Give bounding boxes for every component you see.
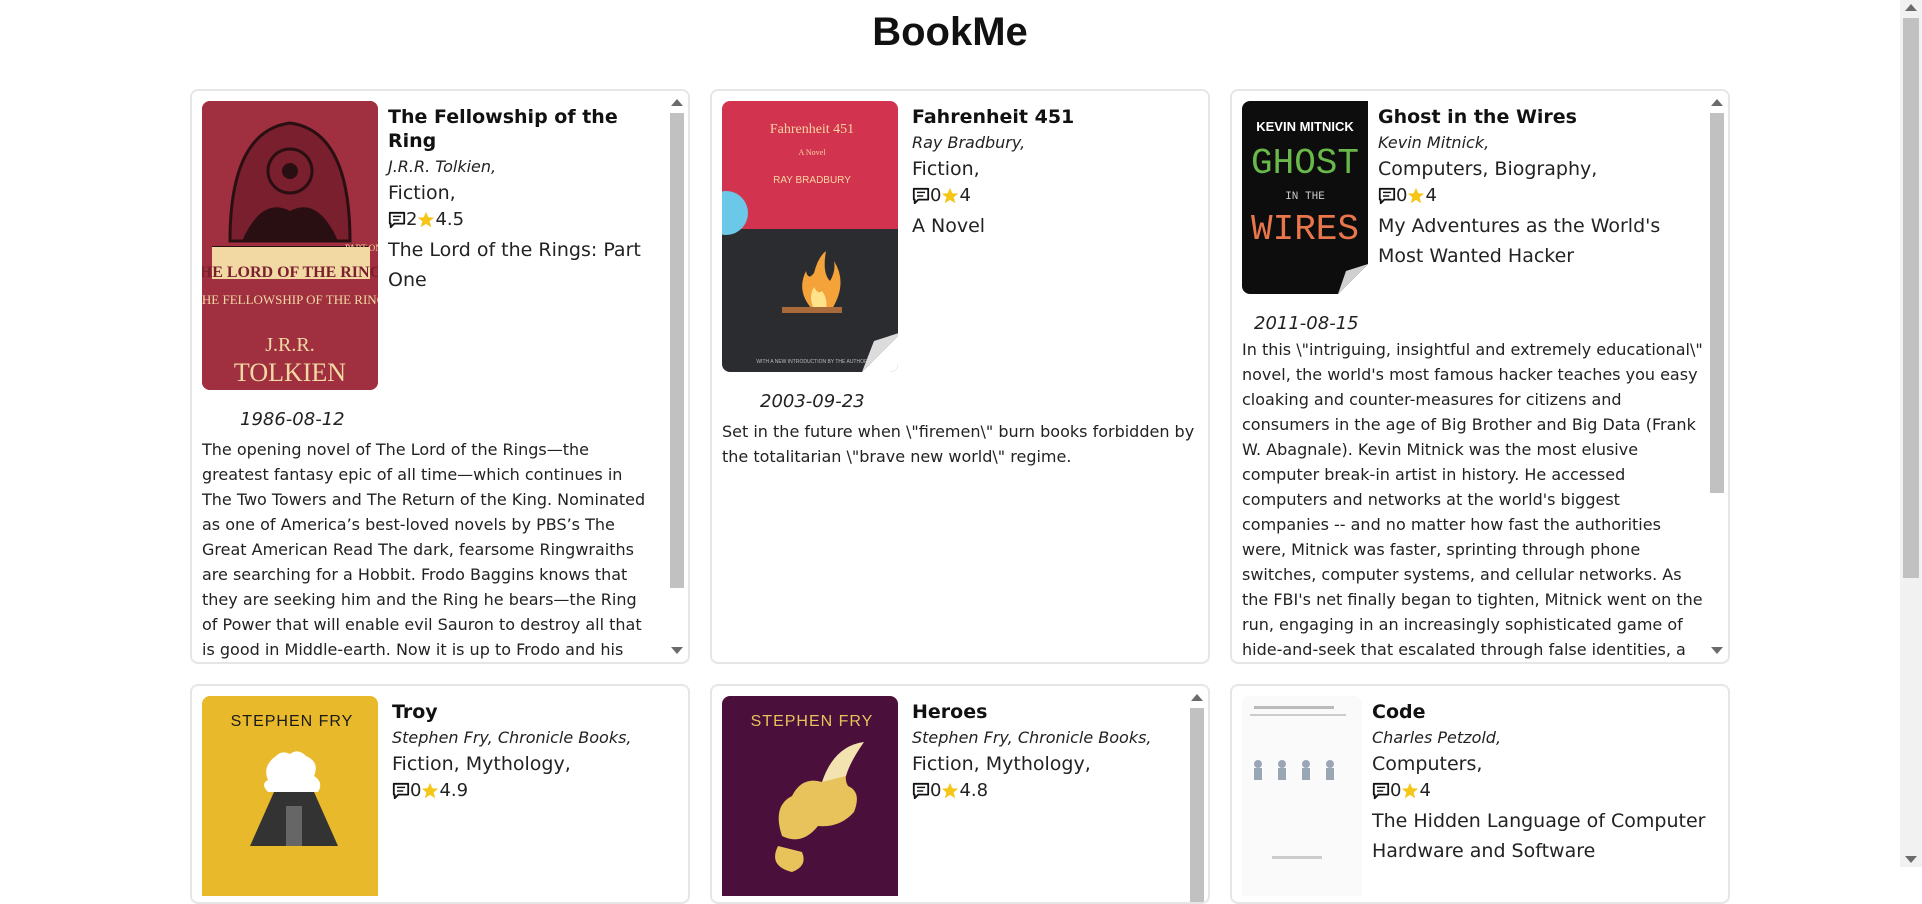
book-title[interactable]: Heroes — [912, 700, 1184, 724]
book-genres: Fiction, — [388, 182, 456, 204]
book-subtitle: The Hidden Language of Computer Hardware… — [1372, 810, 1706, 862]
rating-value: 4 — [959, 185, 971, 206]
book-date: 1986-08-12 — [240, 409, 345, 430]
cover-word2-text: IN THE — [1285, 191, 1325, 203]
book-date: 2011-08-15 — [1254, 313, 1359, 334]
book-title[interactable]: Troy — [392, 700, 678, 724]
book-subtitle: The Lord of the Rings: Part One — [388, 239, 641, 291]
page-scrollbar[interactable] — [1900, 0, 1922, 867]
book-card[interactable]: PART ONE THE LORD OF THE RINGS THE FELLO… — [190, 89, 690, 664]
star-icon — [941, 782, 959, 800]
card-scrollbar[interactable] — [1708, 95, 1726, 658]
comment-count: 0 — [410, 780, 422, 801]
book-card[interactable]: Code Charles Petzold, Computers, 0 4 The… — [1230, 684, 1730, 904]
star-icon — [421, 782, 439, 800]
book-authors: Ray Bradbury, — [912, 133, 1026, 152]
cover-author-text: TOLKIEN — [234, 358, 346, 387]
star-icon — [1407, 187, 1425, 205]
book-description: In this \"intriguing, insightful and ext… — [1242, 340, 1703, 659]
book-authors: J.R.R. Tolkien, — [388, 157, 497, 176]
cover-series-text: THE LORD OF THE RINGS — [202, 264, 378, 281]
cover-author-text: STEPHEN FRY — [751, 713, 874, 730]
book-title[interactable]: Code — [1372, 700, 1717, 724]
comment-count: 0 — [1396, 185, 1408, 206]
book-stats: 0 4.8 — [912, 778, 1184, 804]
cover-author-text: KEVIN MITNICK — [1256, 119, 1354, 134]
cover-title-text: Fahrenheit 451 — [770, 122, 854, 137]
book-stats: 0 4 — [912, 183, 1198, 209]
star-icon — [1401, 782, 1419, 800]
book-genres: Fiction, Mythology, — [912, 753, 1091, 775]
book-card[interactable]: Fahrenheit 451 A Novel RAY BRADBURY WITH… — [710, 89, 1210, 664]
cover-word3-text: WIRES — [1251, 209, 1359, 250]
book-date: 2003-09-23 — [760, 391, 865, 412]
rating-value: 4.5 — [435, 209, 465, 230]
cover-initials-text: J.R.R. — [265, 334, 314, 356]
book-subtitle: My Adventures as the World's Most Wanted… — [1378, 215, 1661, 267]
book-genres: Computers, Biography, — [1378, 158, 1598, 180]
book-stats: 0 4.9 — [392, 778, 678, 804]
comment-count: 0 — [1390, 780, 1402, 801]
book-title[interactable]: The Fellowship of the Ring — [388, 105, 664, 153]
comment-count: 2 — [406, 209, 418, 230]
comment-count: 0 — [930, 780, 942, 801]
comment-icon — [388, 211, 406, 229]
cover-footer-text: WITH A NEW INTRODUCTION BY THE AUTHOR — [756, 359, 868, 365]
book-cover-image: Fahrenheit 451 A Novel RAY BRADBURY WITH… — [722, 101, 898, 372]
rating-value: 4.8 — [959, 780, 989, 801]
book-authors: Stephen Fry, Chronicle Books, — [912, 728, 1152, 747]
book-authors: Stephen Fry, Chronicle Books, — [392, 728, 632, 747]
cover-word1-text: GHOST — [1251, 143, 1359, 184]
book-card[interactable]: STEPHEN FRY Troy Stephen Fry, Chronicle … — [190, 684, 690, 904]
cover-tag-text: A Novel — [799, 148, 827, 157]
book-genres: Fiction, — [912, 158, 980, 180]
book-title[interactable]: Fahrenheit 451 — [912, 105, 1198, 129]
book-authors: Kevin Mitnick, — [1378, 133, 1490, 152]
book-authors: Charles Petzold, — [1372, 728, 1502, 747]
book-stats: 2 4.5 — [388, 207, 664, 233]
comment-icon — [912, 782, 930, 800]
cover-author-text: STEPHEN FRY — [231, 713, 354, 730]
star-icon — [941, 187, 959, 205]
book-genres: Fiction, Mythology, — [392, 753, 571, 775]
book-cover-image: STEPHEN FRY — [722, 696, 898, 896]
book-title[interactable]: Ghost in the Wires — [1378, 105, 1704, 129]
comment-count: 0 — [930, 185, 942, 206]
comment-icon — [1372, 782, 1390, 800]
comment-icon — [912, 187, 930, 205]
rating-value: 4 — [1425, 185, 1437, 206]
book-subtitle: A Novel — [912, 215, 986, 237]
page-title: BookMe — [872, 10, 1028, 54]
book-cover-image: STEPHEN FRY — [202, 696, 378, 896]
book-card[interactable]: KEVIN MITNICK GHOST IN THE WIRES Ghost i… — [1230, 89, 1730, 664]
book-cover-image: PART ONE THE LORD OF THE RINGS THE FELLO… — [202, 101, 378, 390]
rating-value: 4.9 — [439, 780, 469, 801]
comment-icon — [1378, 187, 1396, 205]
star-icon — [417, 211, 435, 229]
book-description: Set in the future when \"firemen\" burn … — [722, 422, 1195, 466]
cover-book-text: THE FELLOWSHIP OF THE RING — [202, 292, 378, 307]
rating-value: 4 — [1419, 780, 1431, 801]
comment-icon — [392, 782, 410, 800]
book-stats: 0 4 — [1372, 778, 1717, 804]
book-genres: Computers, — [1372, 753, 1483, 775]
cover-author-text: RAY BRADBURY — [773, 175, 851, 186]
book-card[interactable]: STEPHEN FRY Heroes Stephen Fry, Chronicl… — [710, 684, 1210, 904]
book-stats: 0 4 — [1378, 183, 1704, 209]
book-description: The opening novel of The Lord of the Rin… — [202, 440, 646, 659]
book-cover-image — [1242, 696, 1362, 896]
card-scrollbar[interactable] — [668, 95, 686, 658]
